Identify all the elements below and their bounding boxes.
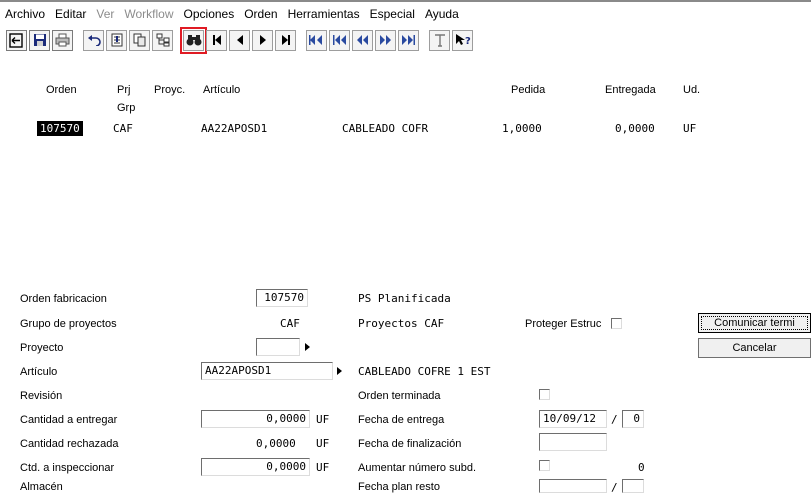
tree-icon[interactable] xyxy=(152,29,173,51)
insert-row-icon[interactable] xyxy=(106,29,127,51)
text-icon[interactable] xyxy=(429,29,450,51)
svg-text:?: ? xyxy=(465,36,471,47)
menu-editar[interactable]: Editar xyxy=(50,6,91,22)
menu-opciones[interactable]: Opciones xyxy=(179,6,240,22)
proteger-estruc-checkbox[interactable] xyxy=(611,318,622,329)
row-prj-cell[interactable]: CAF xyxy=(113,122,133,135)
ctd-inspeccionar-field[interactable]: 0,0000 xyxy=(201,458,310,476)
cantidad-rechazada-ud: UF xyxy=(316,437,330,450)
comunicar-terminacion-button[interactable]: Comunicar termi xyxy=(698,313,811,333)
print-icon[interactable] xyxy=(52,29,73,51)
aumentar-subd-label: Aumentar número subd. xyxy=(358,462,477,474)
menu-ver[interactable]: Ver xyxy=(91,6,119,22)
row-pedida-cell[interactable]: 1,0000 xyxy=(502,122,542,135)
revision-label: Revisión xyxy=(20,390,63,402)
orden-terminada-checkbox[interactable] xyxy=(539,389,550,400)
orden-fabricacion-field[interactable]: 107570 xyxy=(256,289,308,307)
fecha-entrega-extra-field[interactable]: 0 xyxy=(622,410,644,428)
column-header-pedida[interactable]: Pedida xyxy=(511,84,545,96)
first-icon[interactable] xyxy=(206,29,227,51)
ctd-inspeccionar-label: Ctd. a inspeccionar xyxy=(20,462,115,474)
cantidad-rechazada-value: 0,0000 xyxy=(256,437,296,450)
window-top-border xyxy=(0,0,811,2)
cantidad-entregar-label: Cantidad a entregar xyxy=(20,414,118,426)
fecha-entrega-field[interactable]: 10/09/12 xyxy=(539,410,607,428)
prev-page-icon[interactable] xyxy=(329,29,350,51)
last-page-icon[interactable] xyxy=(398,29,419,51)
prev-icon[interactable] xyxy=(229,29,250,51)
toolbar: ? xyxy=(0,26,811,54)
row-ud-cell[interactable]: UF xyxy=(683,122,696,135)
aumentar-subd-checkbox[interactable] xyxy=(539,460,550,471)
undo-icon[interactable] xyxy=(83,29,104,51)
first-page-icon[interactable] xyxy=(306,29,327,51)
estado-orden-text: PS Planificada xyxy=(358,292,451,305)
proteger-estruc-label: Proteger Estruc xyxy=(525,318,602,330)
column-header-ud[interactable]: Ud. xyxy=(683,84,700,96)
last-icon[interactable] xyxy=(275,29,296,51)
column-header-prj[interactable]: Prj xyxy=(117,84,130,96)
find-icon[interactable] xyxy=(180,26,207,54)
row-descripcion-cell[interactable]: CABLEADO COFR xyxy=(342,122,428,135)
fecha-plan-resto-extra-field[interactable] xyxy=(622,479,644,493)
forward-icon[interactable] xyxy=(375,29,396,51)
articulo-label: Artículo xyxy=(20,366,58,378)
column-header-entregada[interactable]: Entregada xyxy=(605,84,656,96)
exit-icon[interactable] xyxy=(6,29,27,51)
help-icon[interactable]: ? xyxy=(452,29,473,51)
next-icon[interactable] xyxy=(252,29,273,51)
articulo-lookup-arrow-icon[interactable] xyxy=(337,367,342,375)
cantidad-entregar-ud: UF xyxy=(316,413,330,426)
cantidad-rechazada-label: Cantidad rechazada xyxy=(20,438,119,450)
cantidad-entregar-field[interactable]: 0,0000 xyxy=(201,410,310,428)
menu-orden[interactable]: Orden xyxy=(239,6,282,22)
column-header-proyc[interactable]: Proyc. xyxy=(154,84,185,96)
articulo-desc: CABLEADO COFRE 1 EST xyxy=(358,365,491,378)
copy-icon[interactable] xyxy=(129,29,150,51)
menu-workflow[interactable]: Workflow xyxy=(119,6,178,22)
grupo-proyectos-value: CAF xyxy=(280,317,300,330)
ctd-inspeccionar-ud: UF xyxy=(316,461,330,474)
grupo-proyectos-label: Grupo de proyectos xyxy=(20,318,117,330)
cancelar-button[interactable]: Cancelar xyxy=(698,338,811,358)
menu-ayuda[interactable]: Ayuda xyxy=(420,6,464,22)
menu-herramientas[interactable]: Herramientas xyxy=(283,6,365,22)
aumentar-subd-value: 0 xyxy=(638,461,645,474)
column-header-orden[interactable]: Orden xyxy=(46,84,77,96)
column-header-articulo[interactable]: Artículo xyxy=(203,84,240,96)
rewind-icon[interactable] xyxy=(352,29,373,51)
orden-terminada-label: Orden terminada xyxy=(358,390,441,402)
row-entregada-cell[interactable]: 0,0000 xyxy=(615,122,655,135)
fecha-plan-resto-slash: / xyxy=(611,481,618,493)
menu-bar: Archivo Editar Ver Workflow Opciones Ord… xyxy=(0,5,811,23)
proyecto-field[interactable] xyxy=(256,338,300,356)
grupo-proyectos-desc: Proyectos CAF xyxy=(358,317,445,330)
almacen-label: Almacén xyxy=(20,481,63,493)
fecha-entrega-slash: / xyxy=(611,413,618,426)
proyecto-label: Proyecto xyxy=(20,342,64,354)
fecha-finalizacion-label: Fecha de finalización xyxy=(358,438,462,450)
row-orden-cell[interactable]: 107570 xyxy=(37,121,83,136)
fecha-plan-resto-field[interactable] xyxy=(539,479,607,493)
menu-especial[interactable]: Especial xyxy=(365,6,420,22)
articulo-field[interactable]: AA22APOSD1 xyxy=(201,362,333,380)
fecha-entrega-label: Fecha de entrega xyxy=(358,414,445,426)
fecha-plan-resto-label: Fecha plan resto xyxy=(358,481,440,493)
proyecto-lookup-arrow-icon[interactable] xyxy=(305,343,310,351)
menu-archivo[interactable]: Archivo xyxy=(0,6,50,22)
save-icon[interactable] xyxy=(29,29,50,51)
orden-fabricacion-label: Orden fabricacion xyxy=(20,293,107,305)
row-articulo-cell[interactable]: AA22APOSD1 xyxy=(201,122,267,135)
fecha-finalizacion-field[interactable] xyxy=(539,433,607,451)
column-header-grp[interactable]: Grp xyxy=(117,102,135,114)
